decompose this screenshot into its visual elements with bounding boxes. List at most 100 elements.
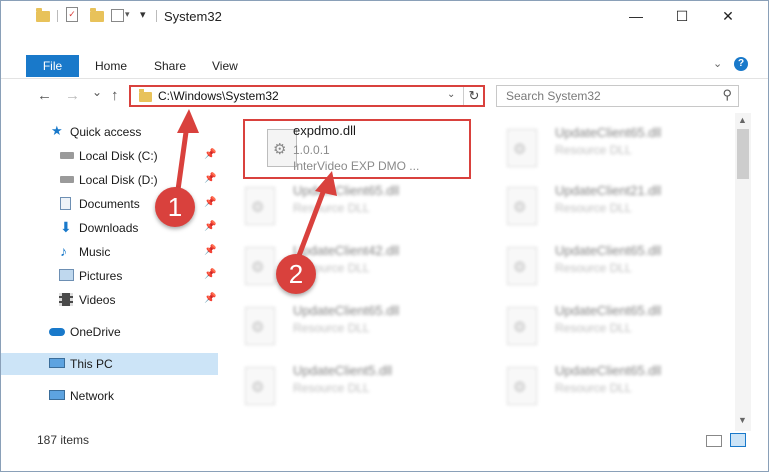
file-description: Resource DLL [555,381,632,395]
address-dropdown-icon[interactable]: ⌄ [447,89,455,100]
star-icon: ★ [51,123,63,138]
explorer-window: ✓ ▾ ▾ System32 — ☐ ✕ File Home Share Vie… [0,0,769,472]
network-icon [49,390,65,400]
file-item[interactable]: UpdateClient42.dll Resource DLL [223,237,453,295]
documents-icon [60,197,71,210]
close-button[interactable]: ✕ [705,1,751,31]
properties-icon[interactable]: ✓ [66,7,78,22]
file-item[interactable]: UpdateClient65.dll Resource DLL [485,297,715,355]
tab-share[interactable]: Share [154,55,186,77]
file-name: UpdateClient65.dll [293,303,400,318]
toolbar-divider [57,10,58,22]
sidebar-item-local-disk-d[interactable]: Local Disk (D:) 📌 [1,169,218,191]
sidebar-item-label: Local Disk (D:) [79,173,158,187]
sidebar-item-onedrive[interactable]: OneDrive [1,321,218,343]
sidebar-item-label: OneDrive [70,325,121,339]
dll-file-icon [245,307,275,345]
pin-icon: 📌 [204,221,217,232]
search-input[interactable]: Search System32 [506,89,601,103]
address-bar[interactable]: C:\Windows\System32 ⌄ ↻ [129,85,485,107]
dll-file-icon [245,247,275,285]
file-item[interactable]: UpdateClient65.dll Resource DLL [485,119,715,177]
back-button[interactable]: ← [37,87,52,104]
minimize-button[interactable]: — [613,1,659,31]
sidebar-item-music[interactable]: ♪ Music 📌 [1,241,218,263]
search-box[interactable]: Search System32 ⚲ [496,85,739,107]
dll-file-icon [245,367,275,405]
file-item[interactable]: UpdateClient65.dll Resource DLL [223,297,453,355]
file-name: UpdateClient65.dll [555,125,662,140]
file-name: UpdateClient42.dll [293,243,400,258]
computer-icon [49,358,65,368]
up-button[interactable]: ↑ [111,87,119,104]
address-text[interactable]: C:\Windows\System32 [158,89,279,103]
file-item[interactable]: UpdateClient65.dll Resource DLL [485,357,715,415]
file-highlight-box [243,119,471,179]
file-item[interactable]: UpdateClient5.dll Resource DLL [223,357,453,415]
sidebar-item-label: Pictures [79,269,123,283]
expand-ribbon-icon[interactable]: ⌄ [713,57,722,70]
navigation-pane: ★ Quick access Local Disk (C:) 📌 Local D… [1,117,220,432]
sidebar-item-label: Videos [79,293,116,307]
scroll-down-icon[interactable]: ▼ [738,415,747,425]
sidebar-item-label: Quick access [70,125,142,139]
window-title: System32 [164,9,222,24]
tab-file[interactable]: File [26,55,79,77]
details-view-icon[interactable] [706,435,722,447]
scroll-up-icon[interactable]: ▲ [738,115,747,125]
recent-locations-button[interactable]: ⌄ [92,85,102,99]
file-description: Resource DLL [293,321,370,335]
downloads-icon: ⬇ [60,219,72,235]
sidebar-item-network[interactable]: Network [1,385,218,407]
step-1-badge: 1 [155,187,195,227]
sidebar-item-label: Documents [79,197,140,211]
new-folder-icon[interactable] [90,8,104,24]
vertical-scrollbar[interactable]: ▲ ▼ [735,113,751,431]
customize-qa-icon[interactable]: ▾ [140,8,146,24]
file-item[interactable]: UpdateClient65.dll Resource DLL [485,237,715,295]
search-icon[interactable]: ⚲ [722,87,732,103]
pin-icon: 📌 [204,197,217,208]
qa-dropdown-icon[interactable]: ▾ [125,9,130,25]
item-count: 187 items [37,433,90,447]
maximize-button[interactable]: ☐ [659,1,705,31]
sidebar-item-this-pc[interactable]: This PC [1,353,218,375]
dll-file-icon [507,367,537,405]
sidebar-item-label: Network [70,389,115,403]
title-divider [156,10,157,22]
sidebar-item-local-disk-c[interactable]: Local Disk (C:) 📌 [1,145,218,167]
scroll-thumb[interactable] [737,129,749,179]
dll-file-icon [507,129,537,167]
sidebar-item-quick-access[interactable]: ★ Quick access [1,121,218,143]
file-description: Resource DLL [293,201,370,215]
file-name: UpdateClient65.dll [555,363,662,378]
file-description: Resource DLL [293,381,370,395]
sidebar-item-videos[interactable]: Videos 📌 [1,289,218,311]
refresh-button[interactable]: ↻ [463,87,484,105]
sidebar-item-label: Music [79,245,111,259]
sidebar-item-label: This PC [70,357,113,371]
large-icons-view-icon[interactable] [730,433,746,447]
tab-home[interactable]: Home [95,55,127,77]
dll-file-icon [507,187,537,225]
drive-icon [60,152,74,159]
view-options-icon[interactable] [111,9,124,22]
videos-icon [59,293,73,306]
music-icon: ♪ [60,243,67,259]
file-name: UpdateClient21.dll [555,183,662,198]
help-icon[interactable]: ? [734,57,748,71]
file-description: Resource DLL [555,143,632,157]
file-item[interactable]: UpdateClient21.dll Resource DLL [485,177,715,235]
tab-view[interactable]: View [212,55,238,77]
sidebar-item-label: Local Disk (C:) [79,149,158,163]
dll-file-icon [245,187,275,225]
onedrive-icon [49,328,65,336]
drive-icon [60,176,74,183]
file-item[interactable]: UpdateClient65.dll Resource DLL [223,177,453,235]
forward-button[interactable]: → [65,87,80,104]
file-name: UpdateClient65.dll [293,183,400,198]
file-description: Resource DLL [555,321,632,335]
file-description: Resource DLL [555,261,632,275]
sidebar-item-pictures[interactable]: Pictures 📌 [1,265,218,287]
pin-icon: 📌 [204,245,217,256]
